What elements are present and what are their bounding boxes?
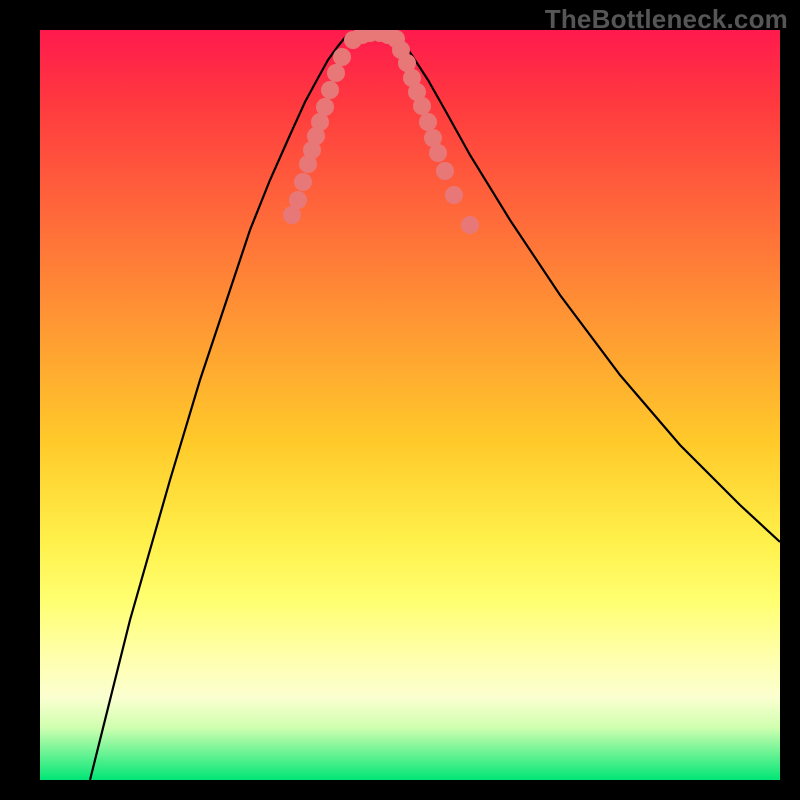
data-marker	[436, 162, 454, 180]
data-marker	[327, 64, 345, 82]
data-marker	[316, 98, 334, 116]
data-marker	[333, 48, 351, 66]
chart-frame: TheBottleneck.com	[0, 0, 800, 800]
data-marker	[429, 144, 447, 162]
data-marker	[294, 173, 312, 191]
watermark-text: TheBottleneck.com	[545, 4, 788, 35]
plot-area	[40, 30, 780, 780]
marker-group	[283, 30, 479, 234]
data-marker	[413, 97, 431, 115]
chart-svg	[40, 30, 780, 780]
data-marker	[321, 81, 339, 99]
data-marker	[461, 216, 479, 234]
data-marker	[289, 191, 307, 209]
data-marker	[445, 186, 463, 204]
data-marker	[419, 113, 437, 131]
